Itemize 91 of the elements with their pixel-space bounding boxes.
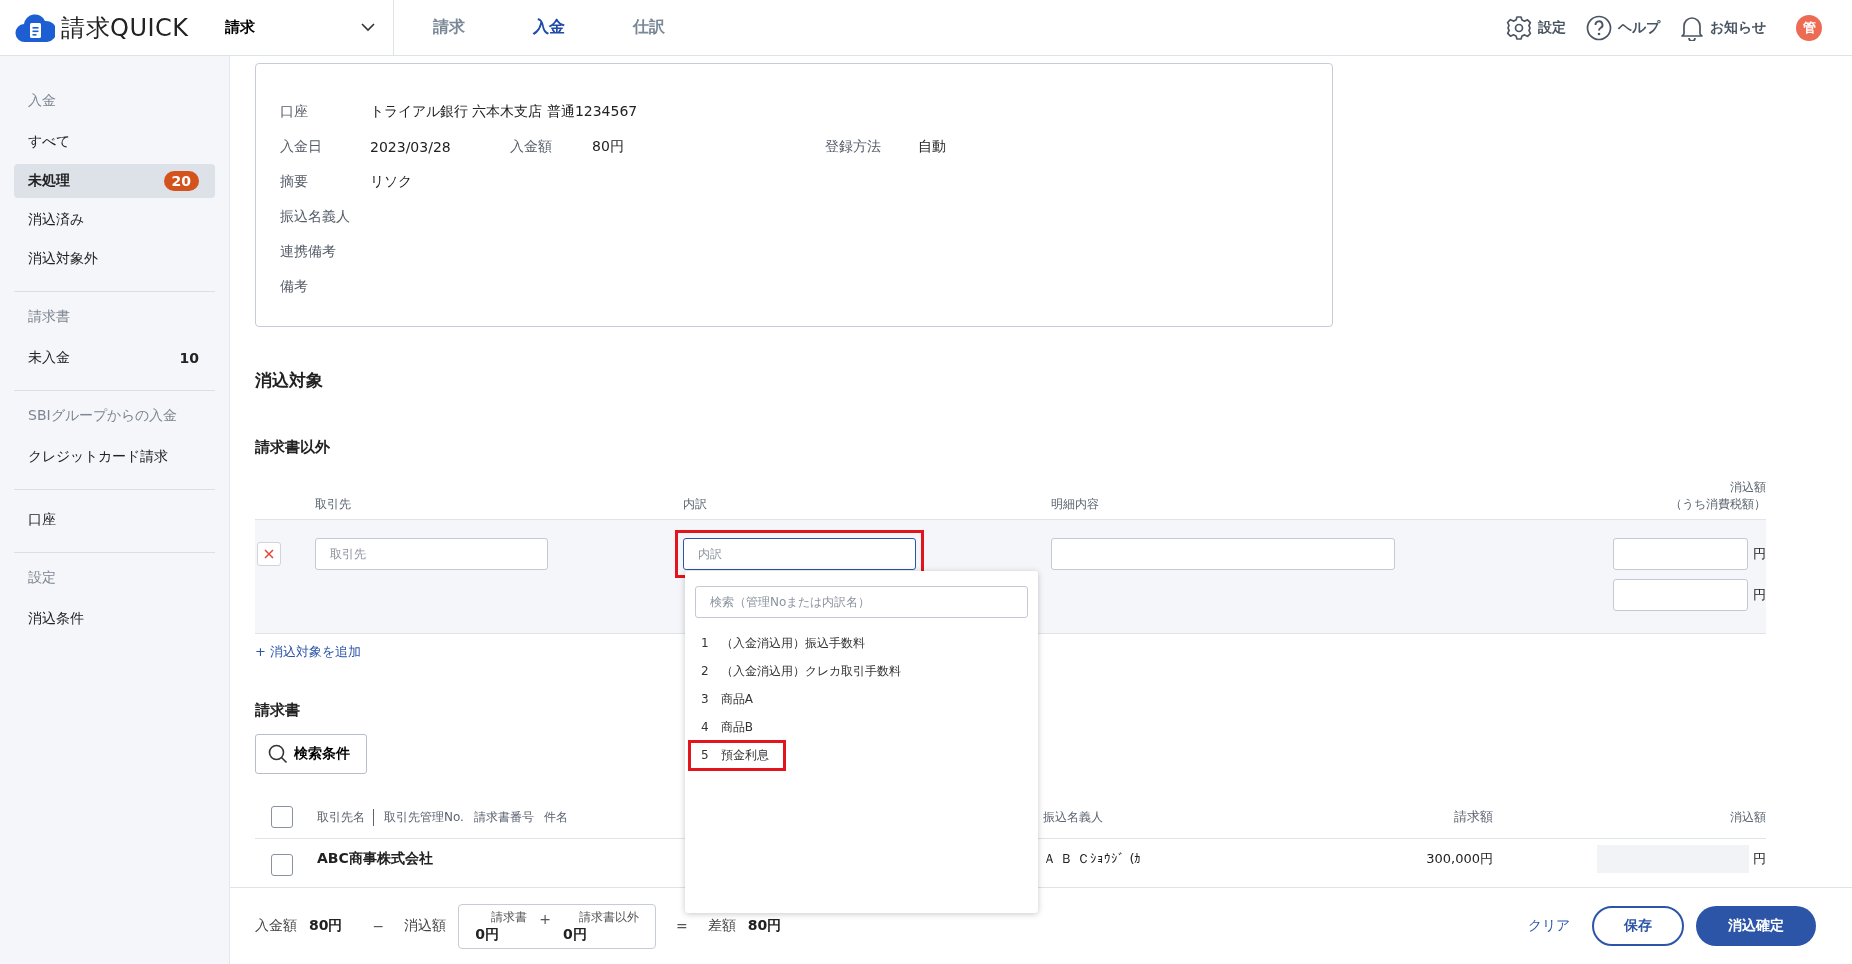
search-icon (268, 744, 288, 764)
sidebar-heading: SBIグループからの入金 (27, 406, 178, 425)
currency-label: 円 (1753, 586, 1766, 604)
sidebar-item[interactable]: 消込済み (14, 203, 215, 237)
column-header: 取引先 (315, 496, 352, 513)
column-header: 明細内容 (1051, 496, 1100, 513)
detail-label: 入金日 (280, 137, 323, 156)
operator-sign: + (539, 911, 551, 927)
summary-value: 0円 (475, 925, 499, 944)
partner-input[interactable]: 取引先 (315, 538, 548, 570)
detail-label: 連携備考 (280, 242, 337, 261)
column-header: 内訳 (683, 496, 708, 513)
summary-label: 請求書 (490, 908, 528, 926)
detail-value: 80円 (592, 137, 625, 156)
app-logo-text: 請求QUICK (61, 12, 189, 44)
operator-sign: = (675, 918, 688, 934)
column-header: 請求書番号 (473, 808, 534, 826)
summary-label: 差額 (707, 917, 736, 935)
summary-value: 80円 (309, 917, 343, 935)
subsection-title: 請求書以外 (255, 438, 331, 457)
detail-value: 自動 (918, 137, 946, 156)
currency-label: 円 (1753, 850, 1766, 868)
currency-label: 円 (1753, 545, 1766, 563)
module-select[interactable]: 請求 (225, 18, 375, 37)
detail-label: 振込名義人 (280, 207, 351, 226)
detail-value: 2023/03/28 (370, 138, 452, 155)
detail-label: 口座 (280, 102, 309, 121)
close-icon (264, 549, 274, 559)
detail-value: リソク (370, 172, 413, 191)
cloud-document-icon (15, 11, 55, 44)
header-action-button[interactable]: お知らせ (1680, 14, 1766, 41)
summary-label: 請求書以外 (577, 908, 639, 926)
sidebar-heading: 設定 (27, 568, 57, 587)
header-action-button[interactable]: ヘルプ (1586, 14, 1660, 41)
sidebar-item[interactable]: 未入金 10 (14, 341, 215, 375)
detail-label: 登録方法 (825, 137, 882, 156)
column-header: 件名 (543, 808, 568, 826)
detail-label: 入金額 (510, 137, 553, 156)
detail-label: 備考 (280, 277, 309, 296)
partner-name: ABC商事株式会社 (317, 850, 433, 868)
chevron-down-icon (361, 23, 375, 32)
payer-name: Ａ Ｂ Ｃｼｮｳｼﾞ (ｶ (1043, 850, 1143, 868)
subsection-title: 請求書 (255, 701, 301, 720)
tax-amount-input[interactable] (1613, 579, 1748, 611)
summary-value: 0円 (562, 925, 587, 944)
column-header: 振込名義人 (1043, 808, 1104, 826)
search-conditions-button[interactable]: 検索条件 (255, 734, 367, 774)
row-checkbox[interactable] (271, 854, 293, 876)
section-title: 消込対象 (255, 369, 324, 392)
sidebar-item[interactable]: 消込対象外 (14, 242, 215, 276)
clear-link[interactable]: クリア (1518, 906, 1580, 946)
dropdown-option[interactable]: 5 預金利息 (688, 739, 786, 771)
dropdown-search-input[interactable]: 検索（管理Noまたは内訳名） (695, 586, 1028, 618)
select-all-checkbox[interactable] (271, 806, 293, 828)
sidebar-item[interactable]: 消込条件 (14, 602, 215, 636)
nav-tab[interactable]: 仕訳 (619, 11, 679, 44)
column-header: 消込額 (1729, 808, 1766, 826)
help-icon (1586, 14, 1612, 41)
dropdown-option[interactable]: 2 （入金消込用）クレカ取引手数料 (701, 659, 901, 683)
detail-label: 摘要 (280, 172, 309, 191)
summary-value: 80円 (747, 917, 782, 935)
dropdown-option[interactable]: 1 （入金消込用）振込手数料 (701, 631, 865, 655)
detail-input[interactable] (1051, 538, 1395, 570)
sidebar-item[interactable]: 口座 (14, 503, 215, 537)
sidebar-item[interactable]: すべて (14, 125, 215, 159)
column-header: 請求額 (1453, 808, 1493, 826)
summary-label: 入金額 (255, 917, 297, 935)
sidebar-item[interactable]: 未処理 20 (14, 164, 215, 198)
amount-input[interactable] (1613, 538, 1748, 570)
sidebar-item[interactable]: クレジットカード請求 (14, 440, 215, 474)
dropdown-option[interactable]: 3 商品A (701, 687, 753, 711)
header-action-button[interactable]: 設定 (1506, 14, 1566, 41)
column-header: 取引先名 (317, 808, 374, 826)
operator-sign: − (372, 918, 385, 934)
summary-label: 消込額 (404, 917, 447, 935)
delete-button[interactable] (257, 542, 281, 566)
column-header: 取引先管理No. (384, 808, 464, 826)
confirm-button[interactable]: 消込確定 (1696, 906, 1816, 946)
nav-tab[interactable]: 入金 (519, 11, 579, 44)
save-button[interactable]: 保存 (1592, 906, 1684, 946)
sidebar-heading: 請求書 (27, 307, 71, 326)
column-header: 消込額 （うち消費税額） (1669, 479, 1766, 513)
add-target-link[interactable]: + 消込対象を追加 (255, 643, 362, 661)
settings-icon (1506, 14, 1532, 41)
invoice-amount: 300,000円 (1425, 850, 1493, 868)
bell-icon (1680, 14, 1704, 41)
dropdown-option[interactable]: 4 商品B (701, 715, 753, 739)
sidebar-heading: 入金 (27, 91, 57, 110)
breakdown-input[interactable]: 内訳 (683, 538, 916, 570)
nav-tab[interactable]: 請求 (419, 11, 479, 44)
detail-value: トライアル銀行 六本木支店 普通1234567 (370, 102, 638, 121)
